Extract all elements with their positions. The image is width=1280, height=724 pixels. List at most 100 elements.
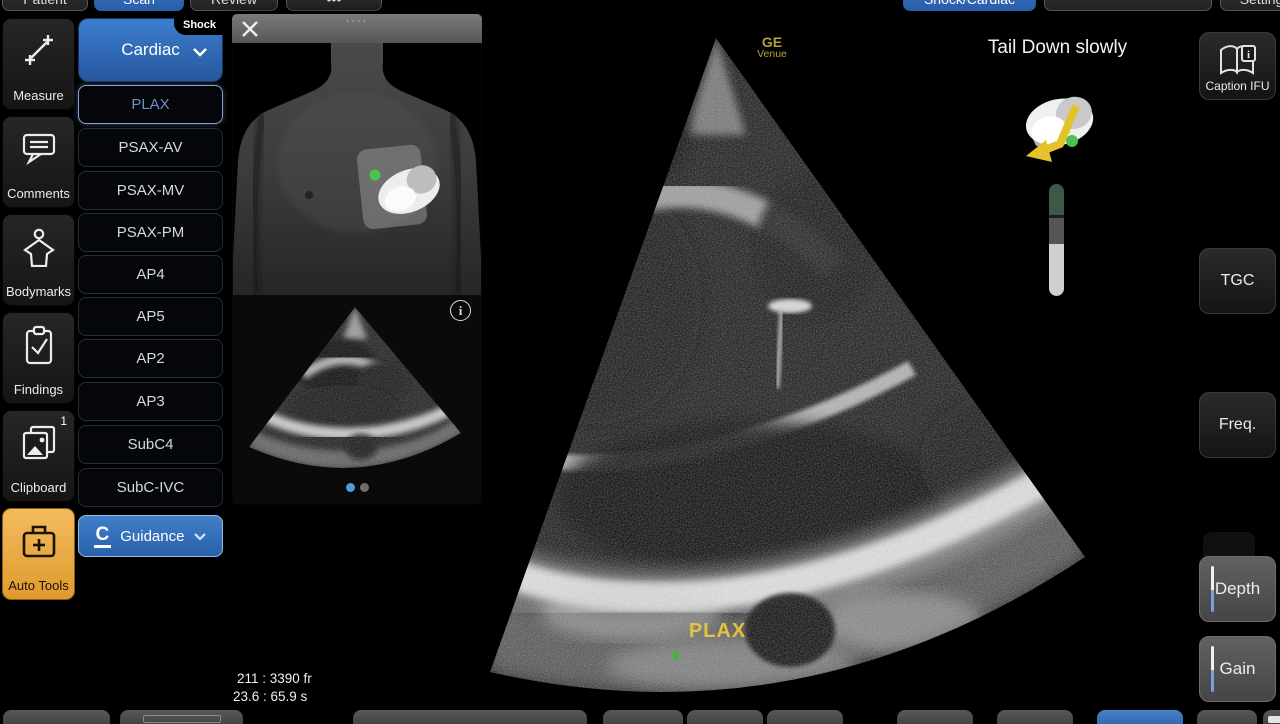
view-item-label: AP3 — [136, 393, 164, 410]
settings-label: Settings — [1240, 0, 1280, 7]
tab-review-label: Review — [211, 0, 257, 7]
frame-counter: 211 : 3390 fr — [237, 671, 312, 686]
tgc-button[interactable]: TGC — [1199, 248, 1276, 314]
freq-button[interactable]: Freq. — [1199, 392, 1276, 458]
guidance-dropdown[interactable]: C Guidance — [78, 515, 223, 557]
reference-ultrasound-thumbnail — [233, 295, 481, 504]
gain-slider-indicator — [1211, 646, 1214, 692]
quality-segment-good — [1049, 184, 1064, 215]
bottom-button-4[interactable] — [603, 710, 683, 724]
quality-segment-mid — [1049, 218, 1064, 244]
tool-clipboard[interactable]: 1 Clipboard — [2, 410, 75, 502]
caption-ifu-button[interactable]: i Caption IFU — [1199, 32, 1276, 100]
tab-patient[interactable]: Patient — [2, 0, 88, 11]
bottom-button-1[interactable] — [3, 710, 110, 724]
bottom-button-10[interactable] — [1263, 710, 1280, 724]
gain-knob[interactable]: Gain — [1199, 636, 1276, 702]
tool-findings[interactable]: Findings — [2, 312, 75, 404]
chevron-down-icon — [192, 47, 208, 57]
guidance-instruction-text: Tail Down slowly — [940, 37, 1175, 59]
bottom-button-6[interactable] — [767, 710, 843, 724]
view-item-psax-av[interactable]: PSAX-AV — [78, 128, 223, 167]
bottom-button-active[interactable] — [1097, 710, 1183, 724]
comments-icon — [20, 129, 58, 167]
quality-segment-low — [1049, 244, 1064, 296]
depth-label: Depth — [1215, 579, 1260, 599]
view-item-label: PSAX-MV — [117, 182, 185, 199]
findings-icon — [20, 325, 58, 365]
caption-ifu-book-icon: i — [1217, 43, 1259, 77]
bottom-button-2[interactable] — [120, 710, 243, 724]
view-item-label: PSAX-PM — [117, 224, 185, 241]
auto-tools-icon — [18, 521, 60, 561]
more-dots-icon: ••• — [327, 0, 342, 7]
current-view-label: PLAX — [655, 620, 780, 643]
svg-text:i: i — [1246, 49, 1249, 61]
view-item-label: SubC4 — [128, 436, 174, 453]
depth-knob[interactable]: Depth — [1199, 556, 1276, 622]
tool-comments-label: Comments — [7, 186, 70, 201]
tool-comments[interactable]: Comments — [2, 116, 75, 208]
gain-label: Gain — [1220, 659, 1256, 679]
guidance-quality-bar — [1049, 184, 1064, 296]
bottom-button-7[interactable] — [897, 710, 973, 724]
tool-auto-tools-label: Auto Tools — [8, 578, 68, 593]
view-item-psax-mv[interactable]: PSAX-MV — [78, 171, 223, 210]
settings-button[interactable]: Settings — [1220, 0, 1280, 11]
view-item-label: PLAX — [131, 96, 169, 113]
view-item-subc4[interactable]: SubC4 — [78, 425, 223, 464]
bottom-button-9[interactable] — [1197, 710, 1257, 724]
guidance-label: Guidance — [120, 528, 184, 545]
probe-motion-icon — [1008, 88, 1108, 178]
apex-marker-icon — [673, 651, 678, 660]
tool-bodymarks-label: Bodymarks — [6, 284, 71, 299]
shock-badge: Shock — [174, 16, 225, 35]
clipboard-icon — [19, 423, 59, 463]
caption-ifu-label: Caption IFU — [1205, 79, 1269, 93]
venue-logo-text: Venue — [742, 49, 802, 60]
view-item-ap5[interactable]: AP5 — [78, 297, 223, 336]
preset-shortcut-label: Shock/Cardiac — [924, 0, 1015, 7]
view-item-ap4[interactable]: AP4 — [78, 255, 223, 294]
tab-scan-label: Scan — [123, 0, 155, 7]
tool-auto-tools[interactable]: Auto Tools — [2, 508, 75, 600]
info-icon[interactable]: i — [450, 300, 471, 321]
tool-measure[interactable]: Measure — [2, 18, 75, 110]
torso-image — [233, 43, 481, 295]
view-item-label: PSAX-AV — [119, 139, 183, 156]
view-item-label: SubC-IVC — [117, 479, 185, 496]
pagination-dot-inactive[interactable] — [360, 483, 369, 492]
pagination-dot-active[interactable] — [346, 483, 355, 492]
bodymarks-icon — [19, 227, 59, 267]
pagination-dots — [233, 483, 481, 492]
tab-review[interactable]: Review — [190, 0, 278, 11]
bottom-button-5[interactable] — [687, 710, 763, 724]
tab-scan[interactable]: Scan — [94, 0, 184, 11]
view-item-label: AP5 — [136, 308, 164, 325]
preset-label: Cardiac — [121, 40, 180, 60]
bottom-button-2-preview — [143, 715, 221, 723]
reference-image-card: i — [233, 295, 481, 504]
bottom-button-8[interactable] — [997, 710, 1073, 724]
view-item-label: AP2 — [136, 350, 164, 367]
bottom-button-3[interactable] — [353, 710, 587, 724]
preset-dropdown-cardiac[interactable]: Cardiac Shock — [78, 18, 223, 82]
depth-slider-indicator — [1211, 566, 1214, 612]
caption-logo-icon: C — [94, 525, 112, 548]
ge-venue-logo: GE Venue — [742, 36, 802, 60]
tool-bodymarks[interactable]: Bodymarks — [2, 214, 75, 306]
panel-drag-bar[interactable]: ···· — [232, 14, 482, 43]
clipboard-count-badge: 1 — [60, 414, 67, 428]
drag-handle-icon: ···· — [232, 15, 482, 27]
view-item-ap2[interactable]: AP2 — [78, 339, 223, 378]
view-item-plax[interactable]: PLAX — [78, 85, 223, 124]
view-item-psax-pm[interactable]: PSAX-PM — [78, 213, 223, 252]
tool-clipboard-label: Clipboard — [11, 480, 67, 495]
freq-label: Freq. — [1219, 416, 1256, 434]
guidance-panel: ···· — [232, 14, 482, 505]
view-item-ap3[interactable]: AP3 — [78, 382, 223, 421]
chevron-down-icon — [193, 532, 207, 541]
tab-more[interactable]: ••• — [286, 0, 382, 11]
tgc-label: TGC — [1221, 272, 1255, 290]
view-item-subc-ivc[interactable]: SubC-IVC — [78, 468, 223, 507]
